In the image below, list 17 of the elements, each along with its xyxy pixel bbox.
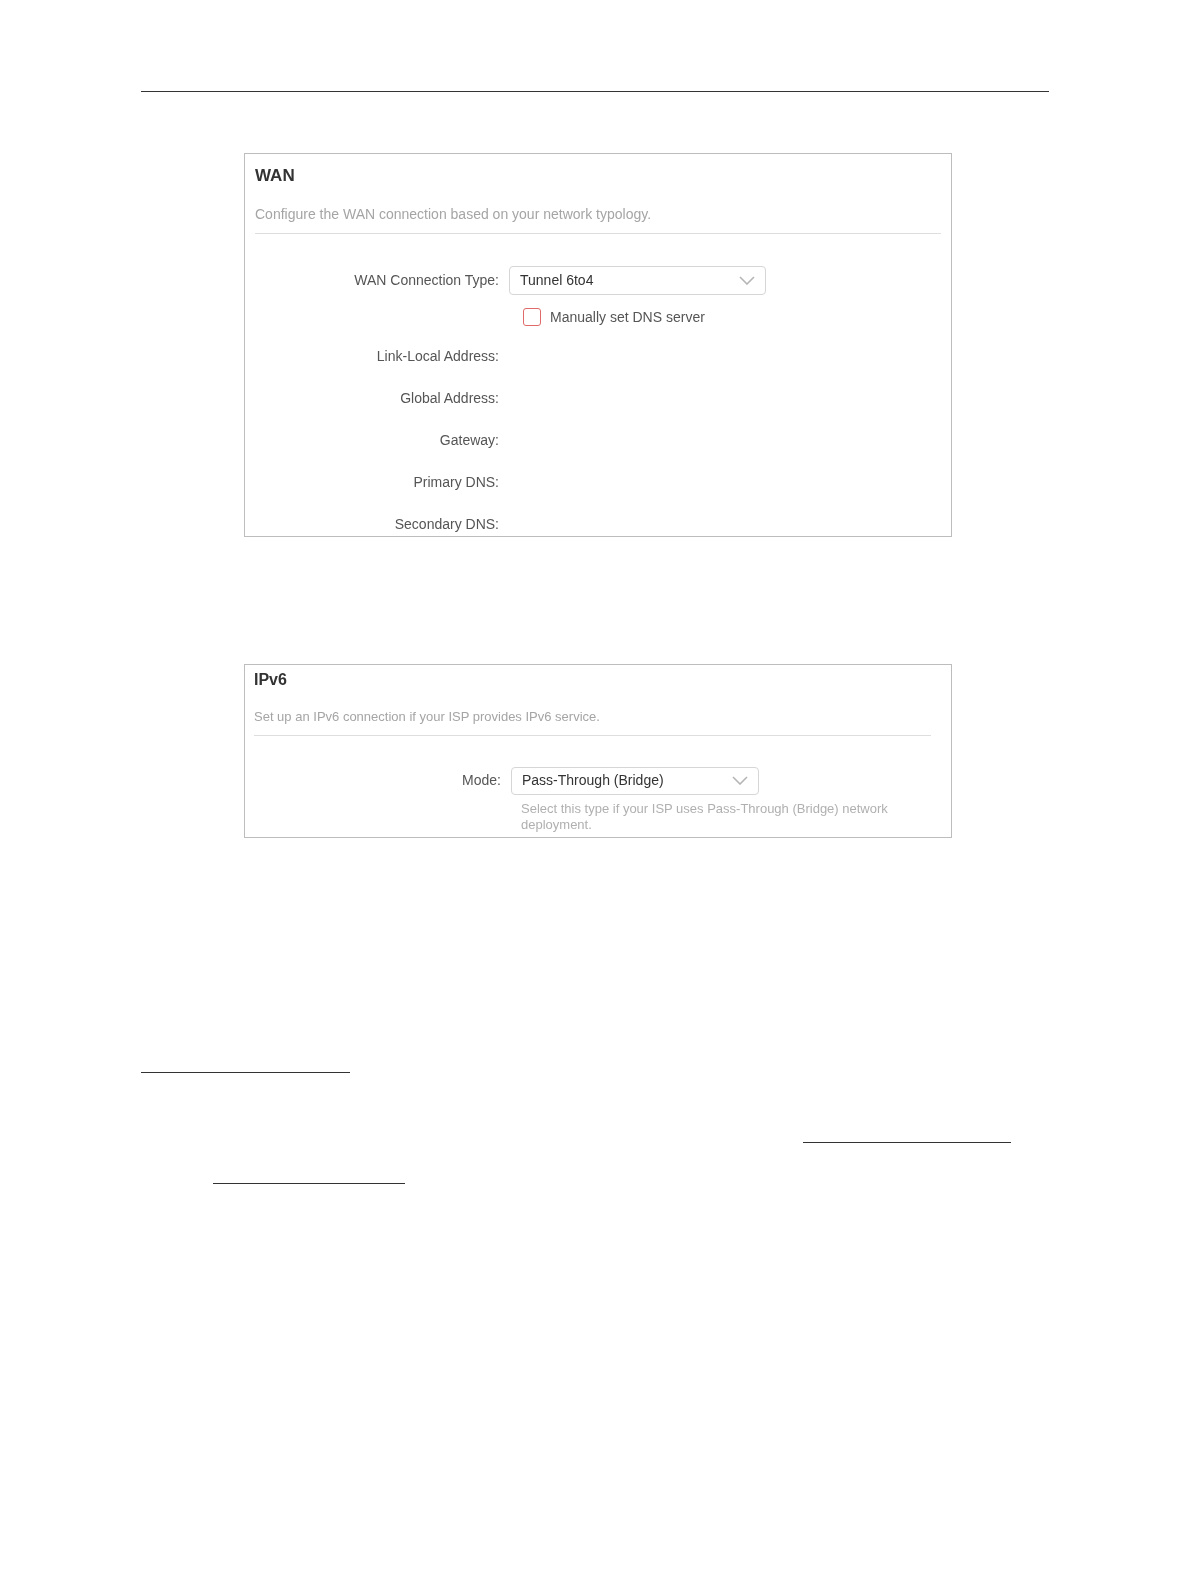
chevron-down-icon bbox=[732, 776, 748, 785]
panel-description: Configure the WAN connection based on your network typology. bbox=[255, 204, 653, 224]
chevron-down-icon bbox=[739, 275, 755, 285]
manual-dns-checkbox[interactable]: Manually set DNS server bbox=[523, 306, 705, 328]
panel-description: Set up an IPv6 connection if your ISP provides IPv6 service. bbox=[254, 708, 601, 726]
panel-title: IPv6 bbox=[254, 670, 288, 690]
panel-title: WAN bbox=[255, 165, 296, 187]
field-label: Global Address: bbox=[399, 388, 500, 407]
field-label: Mode: bbox=[461, 771, 502, 790]
field-label: Gateway: bbox=[438, 430, 500, 449]
connection-type-dropdown[interactable]: Tunnel 6to4 bbox=[509, 265, 766, 295]
field-label: Link-Local Address: bbox=[375, 346, 500, 365]
mode-dropdown[interactable]: Pass-Through (Bridge) bbox=[511, 766, 759, 795]
field-label: Primary DNS: bbox=[412, 472, 500, 491]
mode-hint: Select this type if your ISP uses Pass-Through (Bridge) network deployment. bbox=[521, 800, 889, 833]
field-label: WAN Connection Type: bbox=[353, 270, 500, 290]
field-label: Secondary DNS: bbox=[393, 514, 500, 533]
